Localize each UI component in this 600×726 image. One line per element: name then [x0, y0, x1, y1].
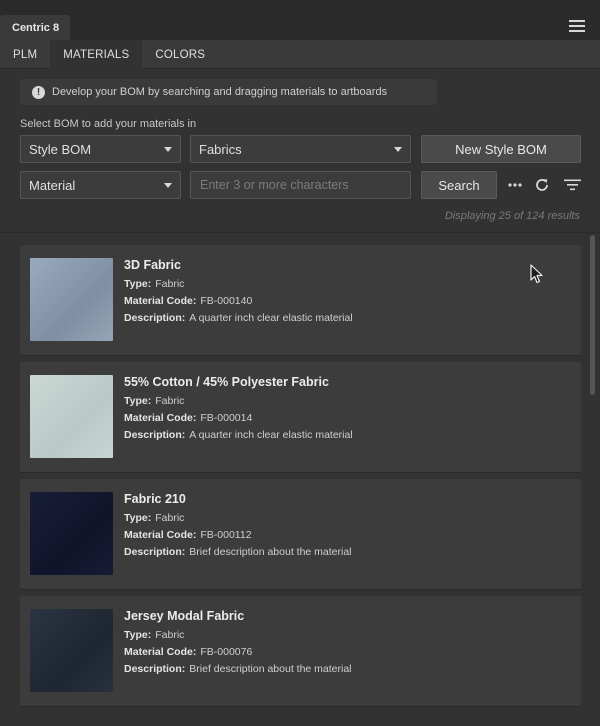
material-swatch [30, 258, 113, 341]
material-name: Jersey Modal Fabric [124, 609, 245, 623]
info-text: Develop your BOM by searching and draggi… [52, 86, 388, 98]
select-bom-label: Select BOM to add your materials in [20, 118, 197, 130]
more-options-icon[interactable] [507, 180, 523, 190]
material-type: Type: Fabric [124, 629, 184, 641]
description-value: A quarter inch clear elastic material [189, 312, 353, 324]
mouse-cursor-icon [530, 264, 543, 284]
description-label: Description: [124, 546, 186, 558]
code-label: Material Code: [124, 646, 197, 658]
code-value: FB-000014 [200, 412, 253, 424]
info-icon: ! [32, 85, 45, 99]
material-type-select-value: Material [29, 177, 76, 193]
code-label: Material Code: [124, 529, 197, 541]
description-value: Brief description about the material [189, 663, 352, 675]
material-card[interactable]: Fabric 210 Type: Fabric Material Code: FB-… [20, 479, 581, 589]
type-value: Fabric [155, 395, 185, 407]
tab-plm[interactable]: PLM [0, 40, 50, 69]
material-card[interactable]: 3D Fabric Type: Fabric Material Code: FB-0… [20, 245, 581, 355]
material-code: Material Code: FB-000112 [124, 529, 252, 541]
type-value: Fabric [155, 629, 185, 641]
tab-bar: PLM MATERIALS COLORS [0, 40, 600, 69]
material-type: Type: Fabric [124, 395, 184, 407]
material-code: Material Code: FB-000014 [124, 412, 252, 424]
material-name: 3D Fabric [124, 258, 181, 272]
description-label: Description: [124, 663, 186, 675]
panel-header: Centric 8 [0, 0, 600, 40]
material-description: Description: Brief description about the … [124, 546, 352, 558]
category-select-value: Fabrics [199, 141, 242, 157]
filter-icon[interactable] [564, 179, 581, 191]
chevron-down-icon [164, 183, 172, 188]
type-label: Type: [124, 278, 152, 290]
material-description: Description: A quarter inch clear elastic… [124, 312, 353, 324]
chevron-down-icon [164, 147, 172, 152]
results-count: Displaying 25 of 124 results [444, 210, 580, 222]
hamburger-menu-icon[interactable] [569, 20, 585, 32]
description-value: Brief description about the material [189, 546, 352, 558]
type-label: Type: [124, 512, 152, 524]
type-value: Fabric [155, 278, 185, 290]
material-swatch [30, 375, 113, 458]
material-type: Type: Fabric [124, 278, 184, 290]
new-style-bom-button[interactable]: New Style BOM [421, 135, 581, 163]
chevron-down-icon [394, 147, 402, 152]
refresh-icon[interactable] [534, 177, 550, 193]
description-label: Description: [124, 429, 186, 441]
type-label: Type: [124, 395, 152, 407]
search-button[interactable]: Search [421, 171, 497, 199]
scrollbar[interactable] [590, 235, 595, 395]
material-description: Description: A quarter inch clear elastic… [124, 429, 353, 441]
description-value: A quarter inch clear elastic material [189, 429, 353, 441]
code-label: Material Code: [124, 295, 197, 307]
material-card[interactable]: Jersey Modal Fabric Type: Fabric Material… [20, 596, 581, 706]
material-list: 3D Fabric Type: Fabric Material Code: FB-0… [0, 233, 600, 726]
code-value: FB-000076 [200, 646, 253, 658]
material-description: Description: Brief description about the … [124, 663, 352, 675]
category-select[interactable]: Fabrics [190, 135, 411, 163]
panel-title: Centric 8 [0, 15, 70, 40]
material-name: Fabric 210 [124, 492, 186, 506]
material-type-select[interactable]: Material [20, 171, 181, 199]
code-value: FB-000140 [200, 295, 253, 307]
material-swatch [30, 609, 113, 692]
type-value: Fabric [155, 512, 185, 524]
code-label: Material Code: [124, 412, 197, 424]
material-code: Material Code: FB-000140 [124, 295, 252, 307]
material-code: Material Code: FB-000076 [124, 646, 252, 658]
bom-select-value: Style BOM [29, 141, 92, 157]
material-type: Type: Fabric [124, 512, 184, 524]
type-label: Type: [124, 629, 152, 641]
tab-colors[interactable]: COLORS [142, 40, 218, 69]
material-card[interactable]: 55% Cotton / 45% Polyester Fabric Type: F… [20, 362, 581, 472]
material-swatch [30, 492, 113, 575]
code-value: FB-000112 [200, 529, 252, 541]
search-input[interactable] [190, 171, 411, 199]
bom-select[interactable]: Style BOM [20, 135, 181, 163]
description-label: Description: [124, 312, 186, 324]
tab-materials[interactable]: MATERIALS [50, 40, 143, 69]
info-banner: ! Develop your BOM by searching and drag… [20, 79, 437, 105]
material-name: 55% Cotton / 45% Polyester Fabric [124, 375, 329, 389]
